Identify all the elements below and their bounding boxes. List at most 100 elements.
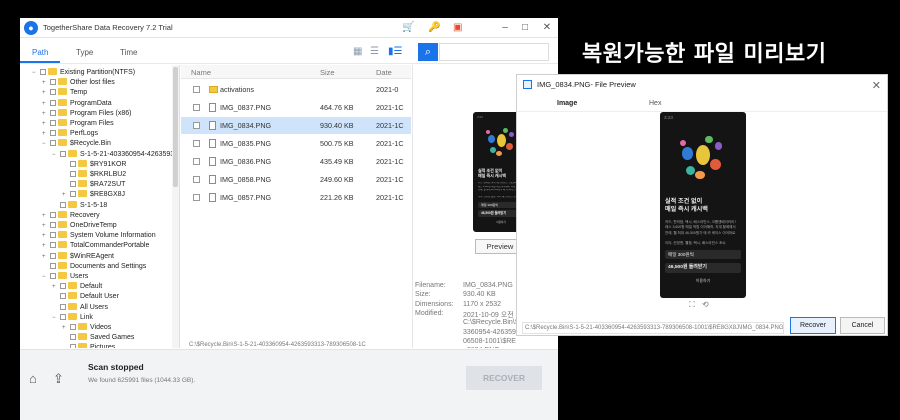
checkbox[interactable] bbox=[193, 104, 200, 111]
expand-icon[interactable]: + bbox=[42, 252, 50, 262]
checkbox[interactable] bbox=[70, 344, 76, 348]
checkbox[interactable] bbox=[50, 99, 56, 106]
checkbox[interactable] bbox=[50, 232, 56, 239]
scrollbar-thumb[interactable] bbox=[173, 67, 178, 187]
checkbox[interactable] bbox=[70, 160, 76, 167]
tree-item[interactable]: $RKRLBU2 bbox=[62, 170, 126, 180]
expand-icon[interactable]: + bbox=[42, 88, 50, 98]
tree-item[interactable]: All Users bbox=[52, 302, 108, 313]
expand-icon[interactable]: + bbox=[42, 99, 50, 109]
maximize-button[interactable]: □ bbox=[518, 21, 532, 35]
home-icon[interactable]: ⌂ bbox=[29, 371, 37, 386]
checkbox[interactable] bbox=[50, 130, 56, 137]
recover-button[interactable]: Recover bbox=[790, 317, 836, 334]
key-icon[interactable]: 🔑 bbox=[428, 21, 440, 35]
tree-item[interactable]: − Link bbox=[52, 312, 93, 323]
tree-item[interactable]: − $Recycle.Bin bbox=[42, 139, 111, 149]
tree-item[interactable]: + Program Files bbox=[42, 119, 114, 129]
checkbox[interactable] bbox=[193, 176, 200, 183]
export-icon[interactable]: ⇪ bbox=[53, 371, 64, 387]
checkbox[interactable] bbox=[70, 334, 76, 341]
expand-icon[interactable]: + bbox=[42, 211, 50, 221]
tab-image[interactable]: Image bbox=[557, 100, 577, 107]
checkbox[interactable] bbox=[70, 191, 76, 198]
file-row[interactable]: IMG_0835.PNG 500.75 KB 2021-1C bbox=[181, 135, 411, 152]
checkbox[interactable] bbox=[70, 181, 76, 188]
checkbox[interactable] bbox=[50, 242, 56, 249]
checkbox[interactable] bbox=[50, 273, 56, 279]
cart-icon[interactable]: 🛒 bbox=[402, 21, 414, 35]
expand-icon[interactable]: + bbox=[42, 231, 50, 241]
tab-time[interactable]: Time bbox=[120, 48, 137, 57]
tree-item[interactable]: + OneDriveTemp bbox=[42, 221, 117, 231]
list-view-icon[interactable]: ☰ bbox=[370, 46, 379, 57]
file-row[interactable]: IMG_0834.PNG 930.40 KB 2021-1C bbox=[181, 117, 411, 134]
expand-icon[interactable]: + bbox=[62, 323, 70, 333]
expand-icon[interactable]: + bbox=[42, 119, 50, 129]
tree-item[interactable]: Pictures bbox=[62, 343, 115, 348]
checkbox[interactable] bbox=[50, 89, 56, 96]
tab-hex[interactable]: Hex bbox=[649, 100, 661, 107]
tree-item[interactable]: + TotalCommanderPortable bbox=[42, 241, 149, 251]
checkbox[interactable] bbox=[50, 109, 56, 116]
file-row[interactable]: IMG_0837.PNG 464.76 KB 2021-1C bbox=[181, 99, 411, 116]
file-row[interactable]: IMG_0836.PNG 435.49 KB 2021-1C bbox=[181, 153, 411, 170]
detail-view-icon[interactable]: ▮☰ bbox=[388, 46, 402, 57]
tree-item[interactable]: $RY91KOR bbox=[62, 159, 126, 170]
checkbox[interactable] bbox=[50, 79, 56, 86]
expand-icon[interactable]: + bbox=[42, 241, 50, 251]
collapse-icon[interactable]: − bbox=[52, 150, 60, 160]
checkbox[interactable] bbox=[60, 150, 66, 157]
grid-view-icon[interactable]: ▦ bbox=[353, 46, 362, 57]
search-button[interactable]: ⌕ bbox=[418, 43, 438, 61]
tree-item[interactable]: + $WinREAgent bbox=[42, 251, 114, 262]
checkbox[interactable] bbox=[50, 222, 56, 228]
checkbox[interactable] bbox=[60, 201, 66, 208]
column-header-size[interactable]: Size bbox=[320, 68, 335, 77]
checkbox[interactable] bbox=[70, 171, 76, 177]
tree-item[interactable]: + Program Files (x86) bbox=[42, 108, 131, 119]
checkbox[interactable] bbox=[50, 211, 56, 218]
checkbox[interactable] bbox=[193, 86, 200, 93]
tree-item[interactable]: − Users bbox=[42, 272, 88, 282]
expand-icon[interactable]: + bbox=[42, 78, 50, 88]
tree-item[interactable]: Documents and Settings bbox=[42, 261, 146, 272]
column-header-name[interactable]: Name bbox=[191, 68, 211, 77]
checkbox[interactable] bbox=[40, 69, 46, 75]
checkbox[interactable] bbox=[60, 283, 66, 290]
tree-item[interactable]: + Other lost files bbox=[42, 78, 115, 88]
column-header-date[interactable]: Date bbox=[376, 68, 392, 77]
checkbox[interactable] bbox=[193, 158, 200, 165]
tree-item[interactable]: Saved Games bbox=[62, 333, 134, 343]
expand-icon[interactable]: + bbox=[42, 221, 50, 231]
tree-item[interactable]: + PerfLogs bbox=[42, 129, 98, 139]
minimize-button[interactable]: – bbox=[498, 21, 512, 35]
collapse-icon[interactable]: − bbox=[42, 272, 50, 282]
collapse-icon[interactable]: − bbox=[42, 139, 50, 149]
close-icon[interactable]: ✕ bbox=[872, 79, 881, 92]
checkbox[interactable] bbox=[70, 324, 76, 330]
collapse-icon[interactable]: − bbox=[52, 313, 60, 323]
tree-item[interactable]: + System Volume Information bbox=[42, 231, 156, 241]
file-row[interactable]: IMG_0858.PNG 249.60 KB 2021-1C bbox=[181, 171, 411, 188]
checkbox[interactable] bbox=[50, 120, 56, 126]
tree-item[interactable]: S-1-5-18 bbox=[52, 200, 107, 211]
rotate-icon[interactable]: ⟲ bbox=[702, 300, 709, 309]
expand-icon[interactable]: + bbox=[42, 129, 50, 139]
tree-item[interactable]: + Recovery bbox=[42, 210, 100, 221]
gift-icon[interactable]: ▣ bbox=[453, 21, 462, 35]
tree-item[interactable]: + $RE8GX8J bbox=[62, 190, 125, 200]
tree-item[interactable]: $RA72SUT bbox=[62, 180, 125, 190]
tree-item[interactable]: + Temp bbox=[42, 88, 87, 98]
checkbox[interactable] bbox=[60, 313, 66, 320]
cancel-button[interactable]: Cancel bbox=[840, 317, 885, 334]
tree-scrollbar[interactable] bbox=[172, 65, 179, 348]
expand-icon[interactable]: + bbox=[52, 282, 60, 292]
tree-item[interactable]: + Videos bbox=[62, 323, 111, 333]
search-input[interactable] bbox=[439, 43, 549, 61]
tab-path[interactable]: Path bbox=[32, 48, 48, 57]
tab-type[interactable]: Type bbox=[76, 48, 93, 57]
file-row[interactable]: IMG_0857.PNG 221.26 KB 2021-1C bbox=[181, 189, 411, 206]
checkbox[interactable] bbox=[193, 194, 200, 201]
fit-icon[interactable]: ⛶ bbox=[689, 300, 695, 310]
